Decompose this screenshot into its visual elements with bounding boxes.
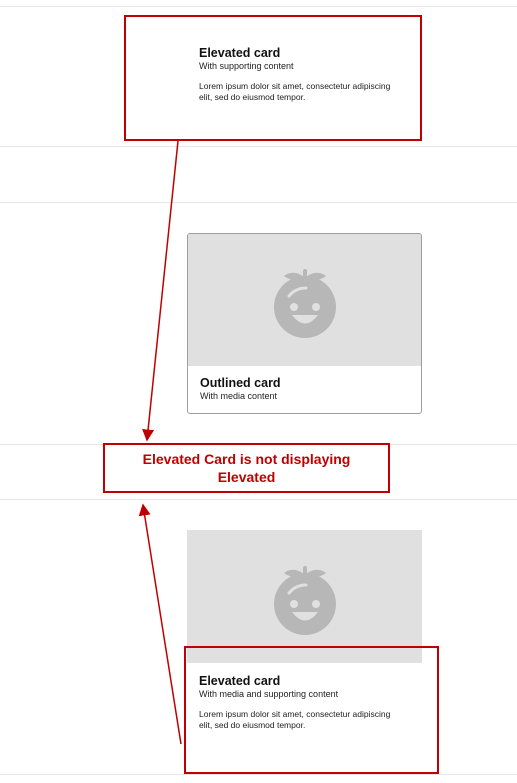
- annotation-line: Elevated Card is not displaying: [142, 451, 351, 467]
- card-subtitle: With media content: [200, 391, 278, 401]
- divider: [0, 499, 517, 500]
- outlined-card-with-media-content[interactable]: Outlined card With media content: [187, 233, 422, 414]
- annotation-highlight-box: [124, 15, 422, 141]
- divider: [0, 774, 517, 775]
- annotation-line: Elevated: [217, 469, 276, 485]
- annotation-highlight-box: [184, 646, 439, 774]
- smiling-fruit-icon: [273, 269, 336, 338]
- divider: [0, 202, 517, 203]
- annotation-callout: Elevated Card is not displaying Elevated: [103, 443, 390, 493]
- annotation-arrow: [138, 503, 182, 745]
- card-media: [187, 530, 422, 663]
- divider: [0, 146, 517, 147]
- screenshot-canvas: Elevated card With supporting content Lo…: [0, 0, 517, 783]
- smiling-fruit-icon: [273, 565, 336, 635]
- card-text-area: Outlined card With media content: [200, 376, 281, 402]
- card-title: Outlined card: [200, 376, 281, 390]
- annotation-arrow: [142, 140, 179, 442]
- card-media: [188, 234, 421, 366]
- divider: [0, 6, 517, 7]
